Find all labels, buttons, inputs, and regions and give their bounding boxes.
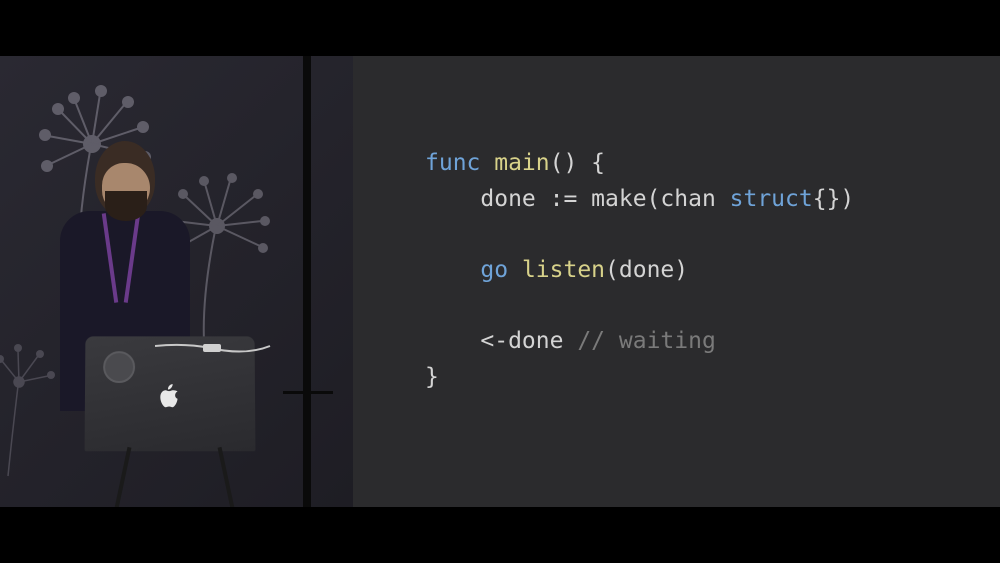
- speaker-beard: [105, 191, 147, 221]
- light-stand-bracket: [283, 391, 333, 394]
- cable-wire: [155, 338, 275, 418]
- go-code-snippet: func main() { done := make(chan struct{}…: [425, 146, 854, 395]
- code-comment: // waiting: [577, 328, 715, 354]
- function-name-main: main: [480, 150, 549, 176]
- letterbox-bottom: [0, 507, 1000, 563]
- code-text: () {: [550, 150, 605, 176]
- keyword-go: go: [425, 257, 508, 283]
- code-text: <-done: [425, 328, 577, 354]
- speaker-camera-feed: [0, 56, 353, 507]
- tripod-stand: [105, 446, 245, 507]
- function-name-listen: listen: [508, 257, 605, 283]
- laptop-sticker: [103, 351, 135, 383]
- code-text: done := make(chan: [425, 186, 730, 212]
- keyword-func: func: [425, 150, 480, 176]
- code-text: (done): [605, 257, 688, 283]
- keyword-struct: struct: [730, 186, 813, 212]
- light-stand-pole: [303, 56, 311, 507]
- code-text: }: [425, 364, 439, 390]
- code-text: {}): [813, 186, 855, 212]
- presentation-slide: func main() { done := make(chan struct{}…: [353, 56, 1000, 507]
- letterbox-top: [0, 0, 1000, 56]
- video-frame: func main() { done := make(chan struct{}…: [0, 56, 1000, 507]
